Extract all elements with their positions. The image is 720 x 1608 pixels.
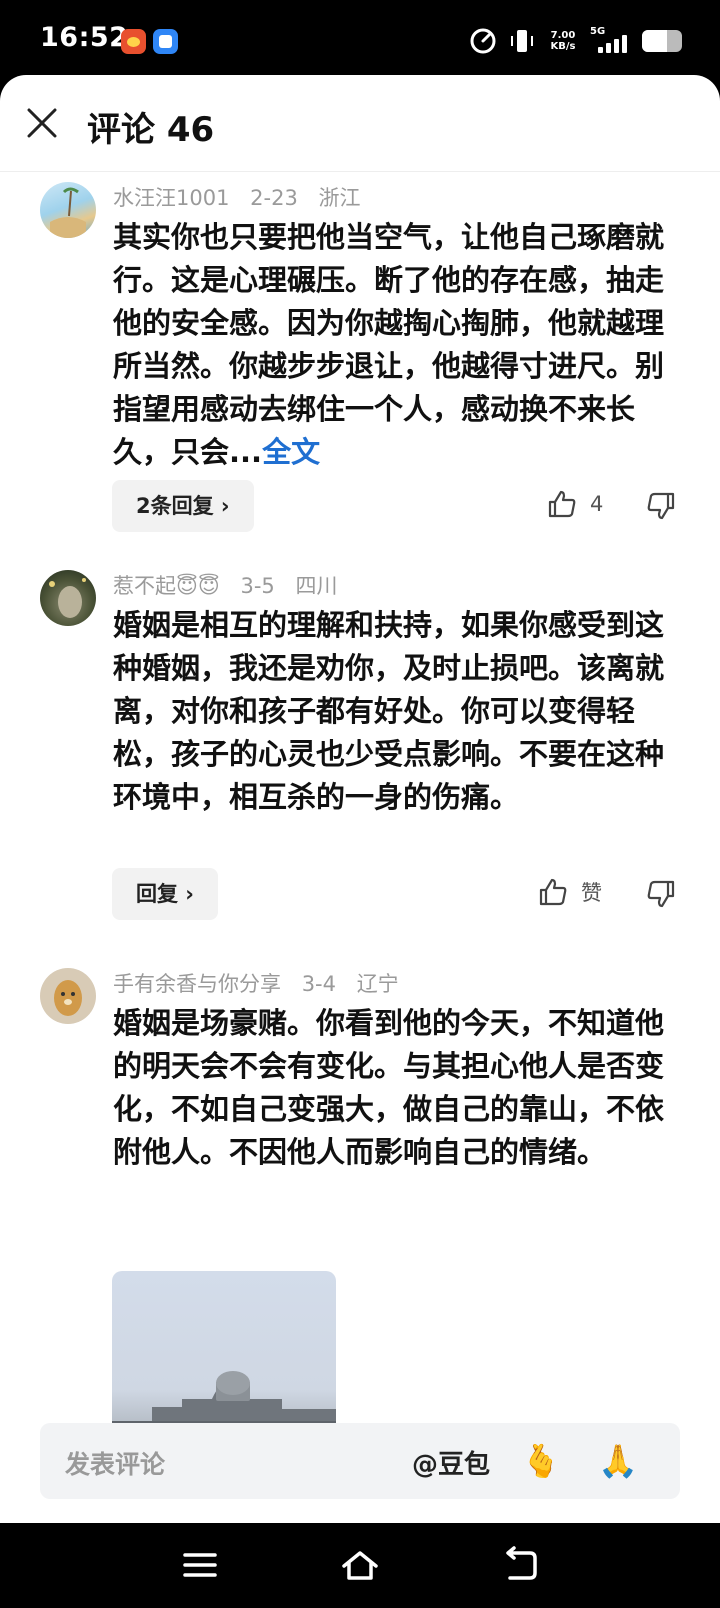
- comment-date: 3-5: [240, 574, 275, 598]
- network-speed-unit: KB/s: [550, 41, 576, 52]
- avatar[interactable]: [40, 968, 96, 1024]
- status-bar: 16:52 7.00 KB/s 5G: [0, 0, 720, 78]
- battery-icon: [642, 30, 682, 52]
- thumbs-up-icon: [548, 490, 576, 518]
- app-notification-icon: [121, 29, 146, 54]
- network-speed: 7.00 KB/s: [546, 30, 580, 52]
- system-nav-bar: [0, 1523, 720, 1608]
- expand-full-text-link[interactable]: 全文: [262, 435, 320, 469]
- like-label: 赞: [581, 881, 602, 905]
- thumbs-down-icon[interactable]: [645, 878, 677, 910]
- comment-location: 辽宁: [356, 972, 399, 996]
- back-icon[interactable]: [500, 1545, 540, 1585]
- network-speed-value: 7.00: [550, 30, 576, 41]
- mention-doubao-button[interactable]: @豆包: [412, 1444, 490, 1481]
- vibrate-icon: [511, 30, 533, 52]
- finger-heart-emoji-button[interactable]: 🫰: [520, 1440, 562, 1482]
- comment-location: 浙江: [318, 186, 361, 210]
- like-button[interactable]: 4: [546, 488, 603, 520]
- avatar[interactable]: [40, 182, 96, 238]
- comment-meta: 水汪汪1001 2-23 浙江: [113, 182, 375, 212]
- like-button[interactable]: 赞: [537, 876, 602, 908]
- comment-text[interactable]: 婚姻是场豪赌。你看到他的今天，不知道他的明天会不会有变化。与其担心他人是否变化，…: [113, 1002, 683, 1174]
- signal-icon: 5G: [590, 26, 632, 55]
- comment-username[interactable]: 手有余香与你分享: [113, 972, 281, 996]
- comment-meta: 手有余香与你分享 3-4 辽宁: [113, 968, 413, 998]
- comment-list[interactable]: 水汪汪1001 2-23 浙江 其实你也只要把他当空气，让他自己琢磨就行。这是心…: [0, 172, 720, 1482]
- folded-hands-emoji-button[interactable]: 🙏: [597, 1440, 639, 1482]
- status-time: 16:52: [40, 22, 129, 53]
- comment-text[interactable]: 婚姻是相互的理解和扶持，如果你感受到这种婚姻，我还是劝你，及时止损吧。该离就离，…: [113, 604, 683, 819]
- sheet-header: 评论 46: [0, 75, 720, 172]
- comment-username[interactable]: 惹不起😇😇: [113, 574, 220, 598]
- view-replies-button[interactable]: 2条回复 ›: [112, 480, 254, 532]
- app-notification-icon: [153, 29, 178, 54]
- close-icon[interactable]: [24, 105, 60, 141]
- page-title: 评论 46: [87, 110, 215, 150]
- comment-username[interactable]: 水汪汪1001: [113, 186, 229, 210]
- speed-icon: [470, 28, 496, 54]
- comment-input-bar[interactable]: 发表评论 @豆包 🫰 🙏: [40, 1423, 680, 1499]
- like-count: 4: [590, 492, 604, 516]
- comment-image[interactable]: [112, 1271, 336, 1441]
- avatar[interactable]: [40, 570, 96, 626]
- thumbs-down-icon[interactable]: [645, 490, 677, 522]
- home-icon[interactable]: [340, 1545, 380, 1585]
- comment-text[interactable]: 其实你也只要把他当空气，让他自己琢磨就行。这是心理碾压。断了他的存在感，抽走他的…: [113, 216, 683, 474]
- reply-button[interactable]: 回复 ›: [112, 868, 218, 920]
- comment-body: 其实你也只要把他当空气，让他自己琢磨就行。这是心理碾压。断了他的存在感，抽走他的…: [113, 220, 665, 469]
- comments-sheet: 评论 46 水汪汪1001 2-23 浙江 其实你也只要把他当空气，让他自己琢磨…: [0, 75, 720, 1523]
- comment-date: 2-23: [250, 186, 298, 210]
- thumbs-up-icon: [539, 878, 567, 906]
- comment-input[interactable]: 发表评论: [65, 1445, 165, 1481]
- comment-location: 四川: [295, 574, 338, 598]
- comment-date: 3-4: [301, 972, 336, 996]
- menu-icon[interactable]: [180, 1545, 220, 1585]
- comment-meta: 惹不起😇😇 3-5 四川: [113, 570, 351, 600]
